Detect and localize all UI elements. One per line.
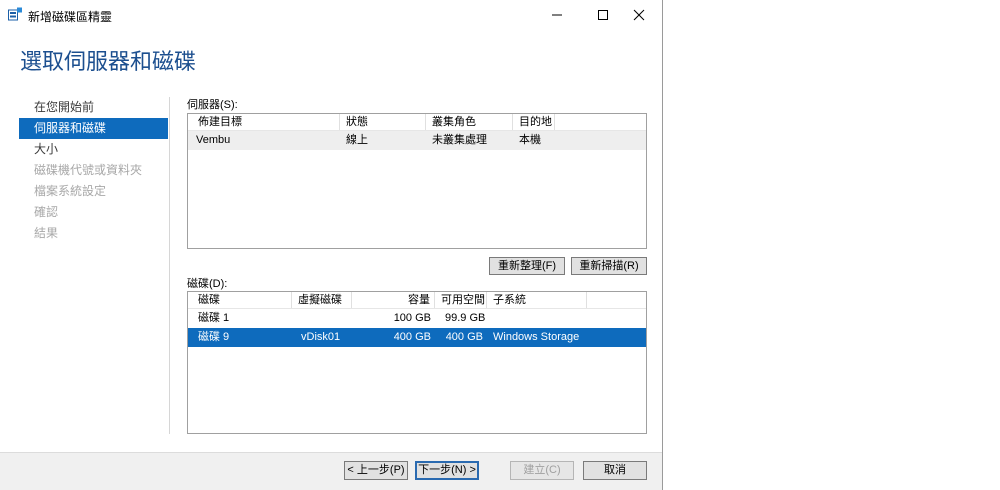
server-target: Vembu bbox=[196, 134, 231, 146]
disk-name: 磁碟 1 bbox=[198, 312, 230, 324]
col-virtual-disk[interactable]: 虛擬磁碟 bbox=[292, 292, 352, 308]
disk-capacity: 400 GB bbox=[393, 331, 431, 343]
server-row[interactable]: Vembu 線上 未叢集處理 本機 bbox=[188, 131, 646, 150]
col-cluster-role[interactable]: 叢集角色 bbox=[426, 114, 513, 130]
refresh-button[interactable]: 重新整理(F) bbox=[489, 257, 565, 275]
disk-name: 磁碟 9 bbox=[198, 331, 230, 343]
disk-virtual-disk: vDisk01 bbox=[301, 331, 341, 343]
minimize-icon bbox=[552, 14, 562, 16]
disk-free-space: 99.9 GB bbox=[445, 312, 486, 324]
close-button[interactable] bbox=[616, 0, 662, 30]
disks-label: 磁碟(D): bbox=[187, 278, 228, 290]
nav-divider bbox=[169, 97, 170, 434]
col-capacity[interactable]: 容量 bbox=[352, 292, 435, 308]
rescan-button[interactable]: 重新掃描(R) bbox=[571, 257, 647, 275]
volume-wizard-icon bbox=[8, 7, 22, 21]
disk-capacity: 100 GB bbox=[393, 312, 431, 324]
wizard-window: 新增磁碟區精靈 選取伺服器和磁碟 在您開始前 伺服器和磁碟 大小 磁碟機代號或資… bbox=[0, 0, 663, 490]
col-disk[interactable]: 磁碟 bbox=[188, 292, 292, 308]
server-destination: 本機 bbox=[519, 134, 541, 146]
cancel-button[interactable]: 取消 bbox=[583, 461, 647, 480]
previous-button[interactable]: < 上一步(P) bbox=[344, 461, 408, 480]
create-button: 建立(C) bbox=[510, 461, 574, 480]
disks-header: 磁碟 虛擬磁碟 容量 可用空間 子系統 bbox=[188, 292, 646, 309]
nav-item-before-you-begin[interactable]: 在您開始前 bbox=[19, 97, 168, 118]
disk-row[interactable]: 磁碟 1 100 GB 99.9 GB bbox=[188, 309, 646, 328]
nav-item-drive-letter: 磁碟機代號或資料夾 bbox=[34, 163, 143, 177]
nav-item-file-system: 檔案系統設定 bbox=[34, 184, 107, 198]
nav-item-size[interactable]: 大小 bbox=[19, 139, 168, 160]
wizard-nav: 在您開始前 伺服器和磁碟 大小 磁碟機代號或資料夾 檔案系統設定 確認 結果 bbox=[19, 97, 168, 244]
disk-row-selected[interactable]: 磁碟 9 vDisk01 400 GB 400 GB Windows Stora… bbox=[188, 328, 646, 347]
next-button[interactable]: 下一步(N) > bbox=[415, 461, 479, 480]
nav-item-confirmation: 確認 bbox=[34, 205, 59, 219]
col-free-space[interactable]: 可用空間 bbox=[435, 292, 487, 308]
disks-list[interactable]: 磁碟 虛擬磁碟 容量 可用空間 子系統 磁碟 1 100 GB 99.9 GB … bbox=[187, 291, 647, 434]
server-cluster-role: 未叢集處理 bbox=[432, 134, 487, 146]
server-status: 線上 bbox=[346, 134, 368, 146]
disk-free-space: 400 GB bbox=[445, 331, 483, 343]
nav-item-results: 結果 bbox=[34, 226, 59, 240]
servers-header: 佈建目標 狀態 叢集角色 目的地 bbox=[188, 114, 646, 131]
window-title: 新增磁碟區精靈 bbox=[28, 10, 113, 24]
col-target[interactable]: 佈建目標 bbox=[188, 114, 340, 130]
disk-subsystem: Windows Storage bbox=[493, 331, 580, 343]
nav-item-server-and-disk[interactable]: 伺服器和磁碟 bbox=[19, 118, 168, 139]
maximize-icon bbox=[598, 10, 608, 20]
minimize-button[interactable] bbox=[534, 0, 580, 30]
col-subsystem[interactable]: 子系統 bbox=[487, 292, 587, 308]
col-status[interactable]: 狀態 bbox=[340, 114, 426, 130]
title-bar[interactable]: 新增磁碟區精靈 bbox=[0, 0, 662, 30]
servers-label: 伺服器(S): bbox=[187, 99, 238, 111]
page-title: 選取伺服器和磁碟 bbox=[20, 49, 197, 74]
servers-list[interactable]: 佈建目標 狀態 叢集角色 目的地 Vembu 線上 未叢集處理 本機 bbox=[187, 113, 647, 249]
wizard-footer: < 上一步(P) 下一步(N) > 建立(C) 取消 bbox=[0, 453, 662, 490]
close-icon bbox=[633, 9, 645, 21]
col-destination[interactable]: 目的地 bbox=[513, 114, 555, 130]
